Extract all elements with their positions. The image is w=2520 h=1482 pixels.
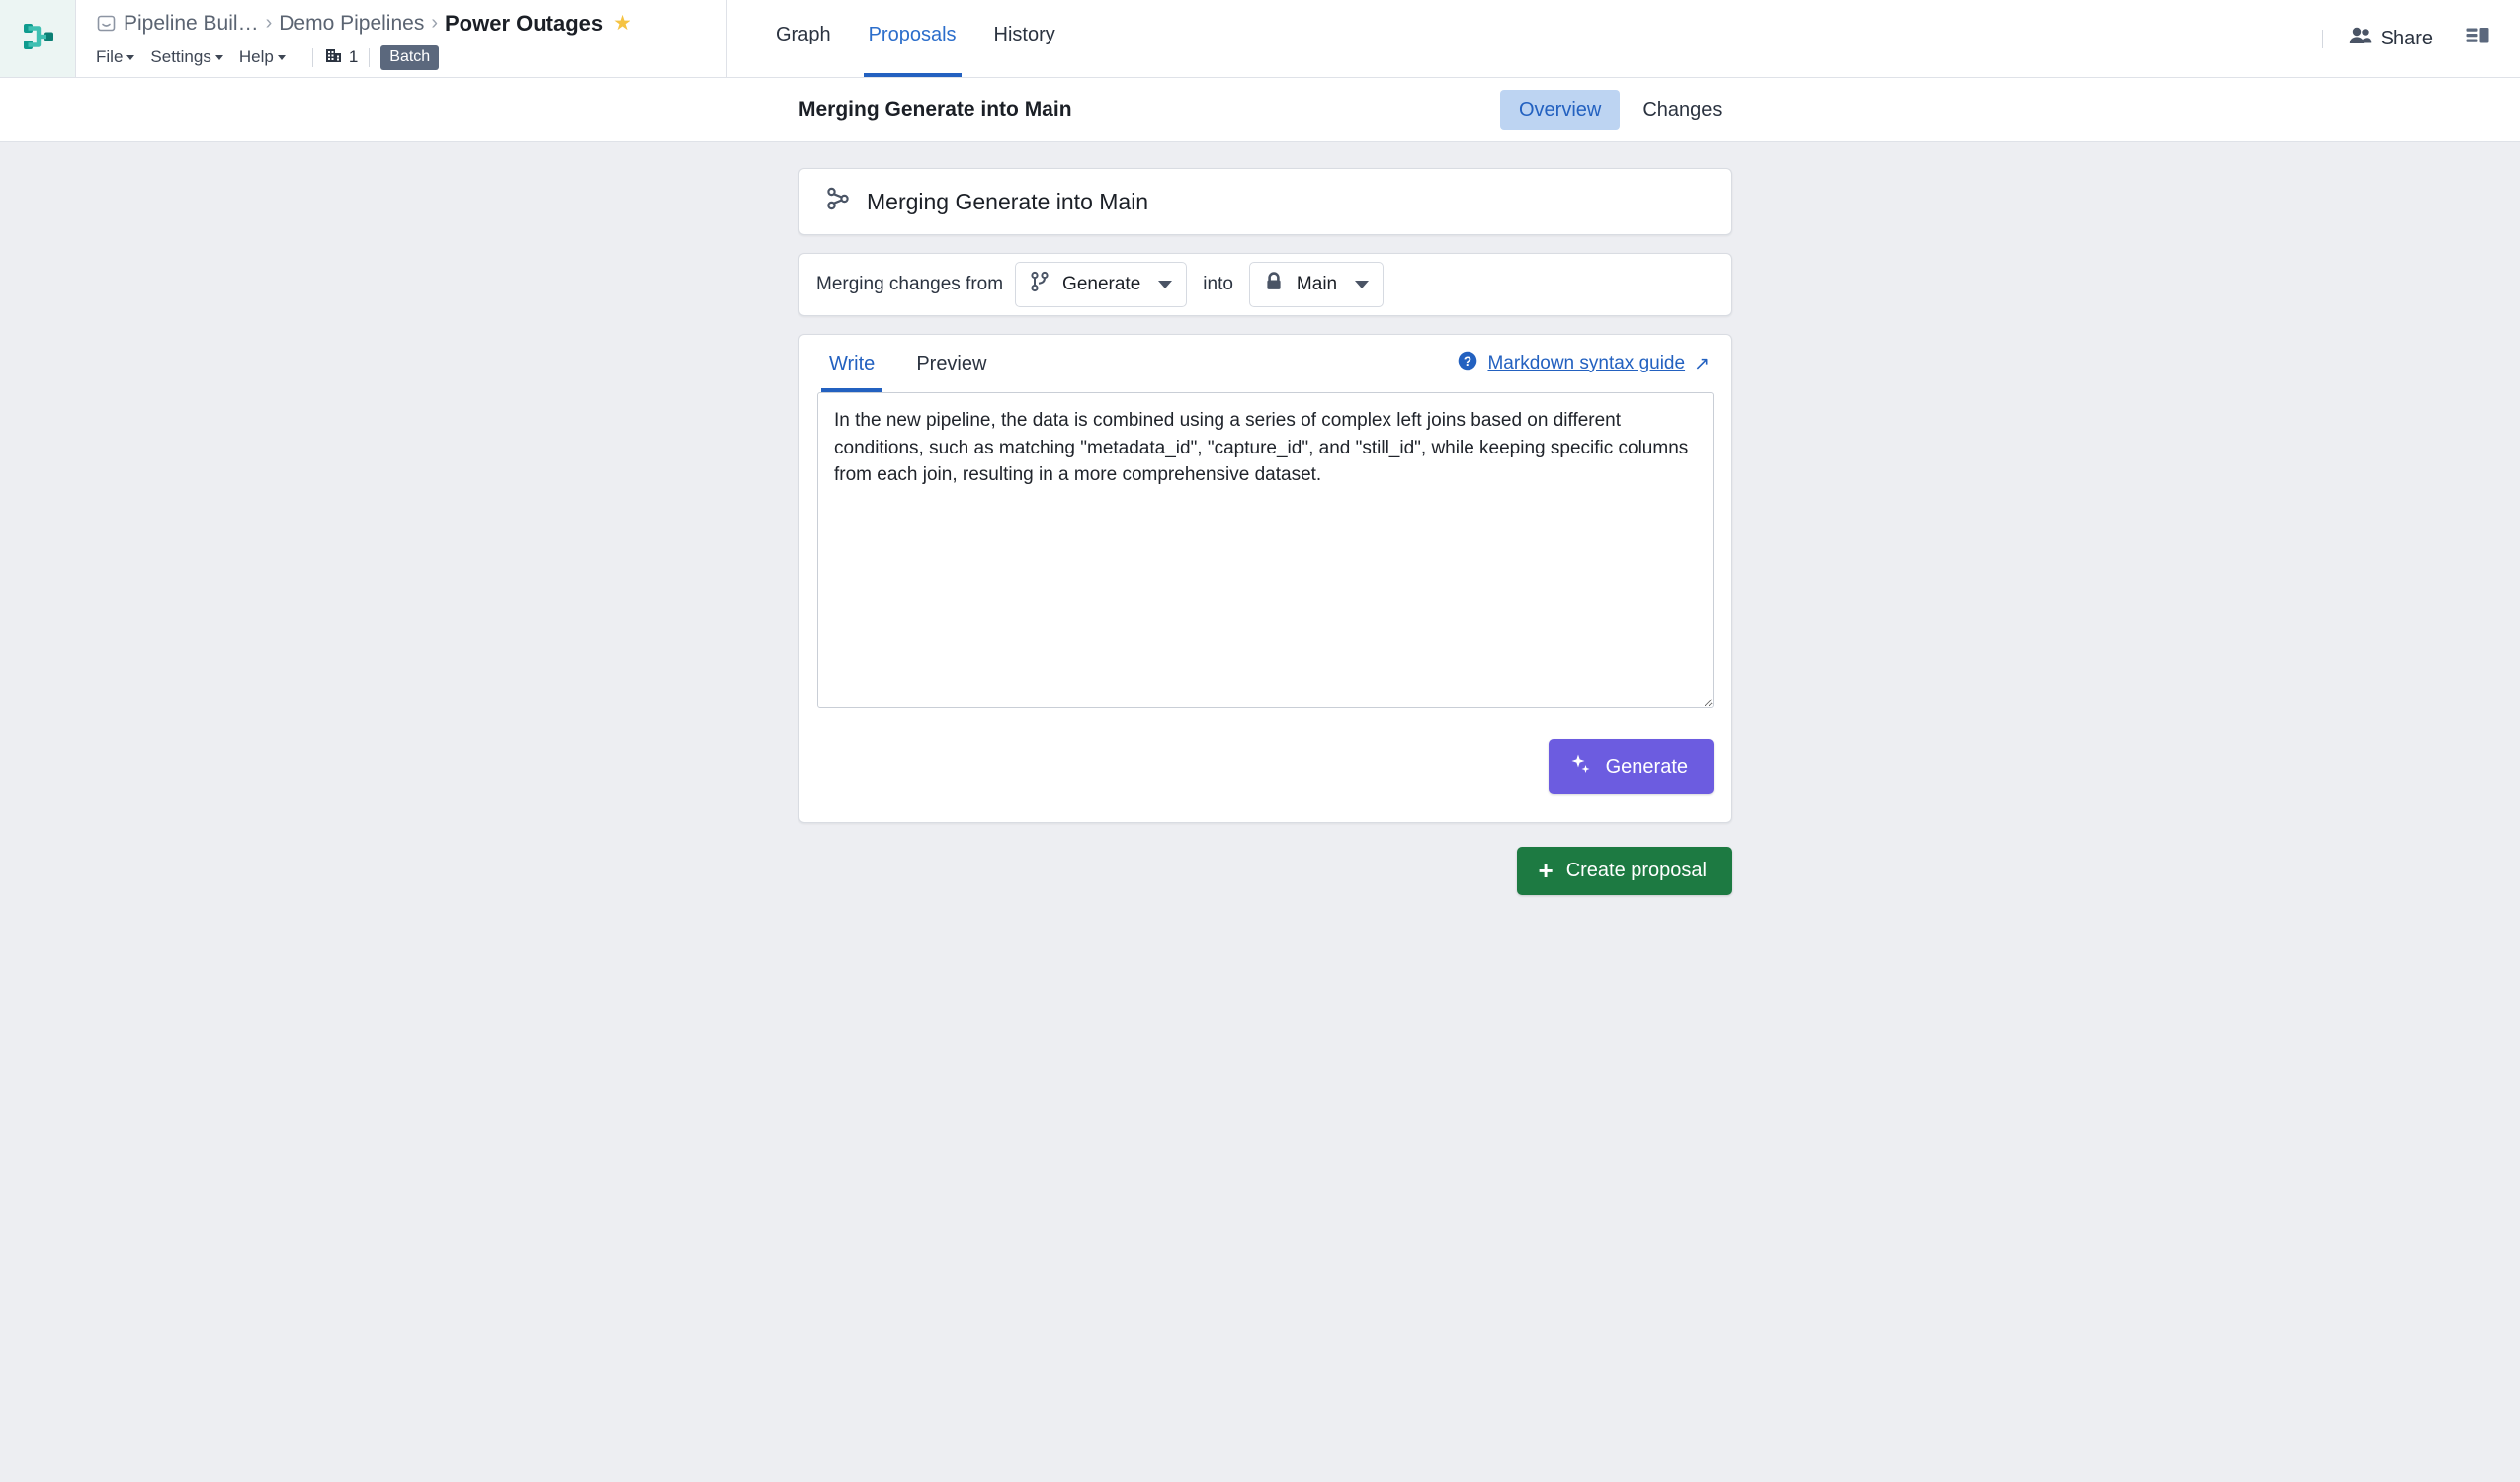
menu-item-settings[interactable]: Settings [150, 45, 231, 69]
plus-icon: + [1538, 856, 1554, 886]
breadcrumb-item-1[interactable]: Demo Pipelines [279, 12, 424, 36]
star-filled-icon[interactable]: ★ [613, 11, 631, 36]
menu-item-file-label: File [96, 47, 124, 66]
tab-proposals-label: Proposals [868, 23, 957, 45]
menu-item-help[interactable]: Help [239, 45, 294, 69]
markdown-syntax-guide-link[interactable]: ? Markdown syntax guide ↗ [1457, 350, 1710, 377]
batch-badge[interactable]: Batch [380, 44, 440, 70]
generate-button[interactable]: Generate [1548, 739, 1714, 794]
top-header-bar: Pipeline Buil… › Demo Pipelines › Power … [0, 0, 2520, 78]
tab-graph[interactable]: Graph [757, 0, 850, 77]
editor-body [799, 392, 1731, 713]
pipeline-graph-logo-icon [17, 16, 58, 62]
divider [369, 47, 371, 67]
footer-actions: + Create proposal [798, 847, 1732, 895]
source-branch-dropdown[interactable]: Generate [1015, 262, 1188, 307]
menu-item-file[interactable]: File [96, 45, 143, 69]
tab-preview[interactable]: Preview [908, 335, 994, 392]
breadcrumb-separator: › [265, 12, 273, 34]
proposal-sub-header-title: Merging Generate into Main [798, 98, 1072, 121]
tab-proposals[interactable]: Proposals [850, 0, 975, 77]
sparkles-icon [1569, 752, 1593, 782]
editor-actions: Generate [799, 713, 1731, 822]
top-header-actions: Share [2311, 0, 2520, 77]
description-editor-card: Write Preview ? Markdown syntax guide ↗ [798, 334, 1732, 823]
create-proposal-button[interactable]: + Create proposal [1516, 847, 1732, 895]
proposal-title-text: Merging Generate into Main [867, 188, 1149, 214]
divider [2321, 29, 2323, 48]
building-icon [324, 45, 343, 69]
branch-count-button[interactable]: 1 [324, 45, 358, 69]
tab-history[interactable]: History [975, 0, 1074, 77]
chevron-down-icon [277, 54, 286, 60]
page-title: Power Outages [445, 10, 604, 36]
chevron-down-icon [1158, 281, 1173, 288]
git-merge-icon [825, 186, 851, 217]
merge-joiner-label: into [1203, 274, 1233, 294]
target-branch-label: Main [1296, 274, 1338, 294]
app-logo-button[interactable] [0, 0, 76, 77]
tab-write[interactable]: Write [821, 335, 883, 392]
segment-overview[interactable]: Overview [1500, 89, 1621, 130]
description-textarea[interactable] [817, 392, 1714, 708]
proposal-title-card: Merging Generate into Main [798, 168, 1732, 235]
menu-item-help-label: Help [238, 47, 274, 66]
breadcrumb: Pipeline Buil… › Demo Pipelines › Power … [96, 9, 709, 38]
breadcrumb-separator: › [431, 12, 438, 34]
git-branch-icon [1029, 271, 1050, 298]
external-link-arrow-icon: ↗ [1694, 353, 1710, 374]
merge-prefix-label: Merging changes from [816, 274, 1004, 294]
main-tab-bar: Graph Proposals History [727, 0, 2311, 77]
chevron-down-icon [214, 54, 223, 60]
chevron-down-icon [126, 54, 135, 60]
chevron-down-icon [1355, 281, 1370, 288]
create-proposal-button-label: Create proposal [1565, 860, 1707, 881]
branch-count-label: 1 [348, 47, 359, 66]
generate-button-label: Generate [1605, 755, 1688, 778]
menu-bar: File Settings Help 1 Batch [96, 43, 709, 71]
segment-changes[interactable]: Changes [1624, 90, 1740, 130]
proposal-column: Merging Generate into Main Merging chang… [798, 168, 1732, 895]
lock-icon [1263, 271, 1285, 298]
overview-changes-segmented-control: Overview Changes [1500, 89, 1740, 130]
share-button-label: Share [2380, 27, 2433, 49]
share-button[interactable]: Share [2334, 17, 2447, 60]
document-title-block: Pipeline Buil… › Demo Pipelines › Power … [76, 0, 727, 77]
tab-write-label: Write [829, 352, 876, 374]
breadcrumb-item-0[interactable]: Pipeline Buil… [124, 12, 259, 36]
proposal-sub-header: Merging Generate into Main Overview Chan… [0, 78, 2520, 142]
markdown-syntax-guide-label: Markdown syntax guide [1487, 353, 1686, 373]
help-circle-icon: ? [1457, 350, 1478, 377]
tab-graph-label: Graph [776, 23, 831, 45]
divider [311, 47, 313, 67]
svg-text:?: ? [1464, 354, 1471, 369]
merge-branches-card: Merging changes from Generate into Main [798, 253, 1732, 316]
source-branch-label: Generate [1062, 274, 1141, 294]
tab-history-label: History [993, 23, 1055, 45]
toggle-right-panel-button[interactable] [2447, 17, 2496, 61]
main-content: Merging Generate into Main Merging chang… [0, 142, 2520, 895]
document-icon [96, 13, 117, 34]
target-branch-dropdown[interactable]: Main [1248, 262, 1385, 307]
editor-tab-bar: Write Preview ? Markdown syntax guide ↗ [799, 335, 1731, 392]
toggle-right-panel-icon [2465, 25, 2490, 53]
tab-preview-label: Preview [916, 352, 987, 374]
menu-item-settings-label: Settings [150, 47, 211, 66]
people-icon [2348, 25, 2372, 52]
